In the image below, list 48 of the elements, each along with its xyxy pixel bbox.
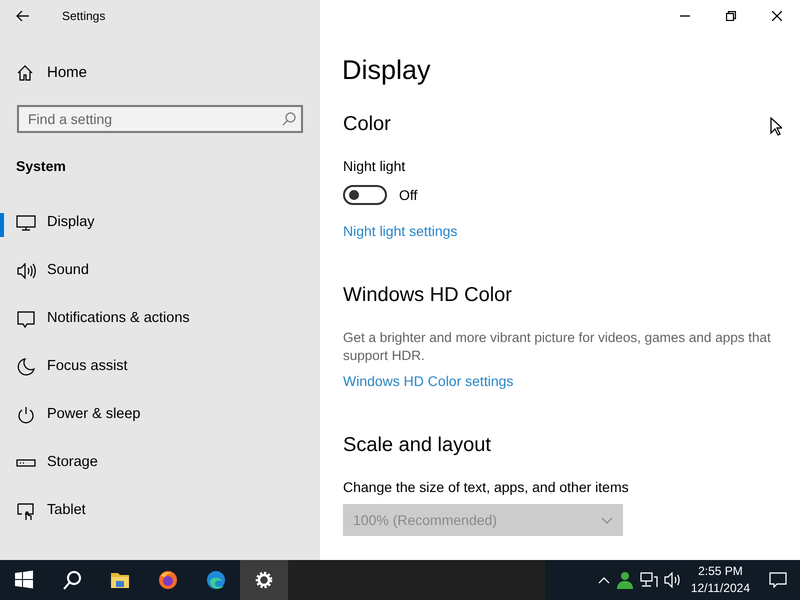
clock-time[interactable]: 2:55 PM (690, 563, 750, 580)
monitor-icon (16, 213, 36, 233)
sidebar-item[interactable]: Focus assist (0, 343, 320, 391)
section-heading: Windows HD Color (343, 283, 512, 308)
page-title: Display (342, 54, 431, 87)
section-heading: Color (343, 112, 391, 137)
chevron-up-icon[interactable] (598, 576, 610, 584)
search-field[interactable]: Find a setting (17, 105, 303, 133)
toggle-switch[interactable] (343, 185, 387, 205)
notification-icon[interactable] (769, 572, 787, 588)
description-text: Get a brighter and more vibrant picture for videos, games and apps that support HDR. (343, 329, 772, 365)
window-title: Settings (62, 8, 106, 25)
search-icon (282, 112, 296, 126)
home-icon (16, 64, 34, 82)
setting-label: Night light (343, 157, 406, 176)
back-arrow-icon (16, 10, 30, 22)
toggle-state: Off (399, 186, 418, 204)
settings-link[interactable]: Windows HD Color settings (343, 371, 514, 391)
tablet-icon (16, 501, 36, 521)
person-icon[interactable] (616, 571, 634, 589)
speech-bubble-icon (16, 309, 36, 329)
folder-icon (110, 570, 130, 590)
speaker-icon (16, 261, 36, 281)
fox-globe-icon (158, 570, 178, 590)
restore-icon (726, 11, 736, 21)
settings-icon (254, 570, 274, 590)
settings-link[interactable]: Night light settings (343, 221, 458, 241)
search-icon (62, 570, 82, 590)
sidebar-item[interactable]: Storage (0, 439, 320, 487)
mouse-pointer-icon (770, 117, 782, 136)
moon-icon (16, 357, 36, 377)
sidebar-item[interactable]: Tablet (0, 487, 320, 535)
clock-date[interactable]: 12/11/2024 (690, 580, 750, 597)
network-icon[interactable] (640, 572, 658, 588)
chevron-down-icon (601, 516, 613, 524)
sidebar-item[interactable]: Notifications & actions (0, 295, 320, 343)
setting-label: Change the size of text, apps, and other items (343, 478, 629, 497)
taskbar-button[interactable] (240, 560, 288, 600)
home-link[interactable]: Home (16, 62, 88, 84)
close-icon (772, 11, 782, 21)
sidebar-item[interactable]: Sound (0, 247, 320, 295)
sidebar-item[interactable]: Power & sleep (0, 391, 320, 439)
windows-logo-icon (14, 570, 34, 590)
section-heading: Scale and layout (343, 433, 491, 458)
section-heading: System (16, 157, 67, 176)
wave-globe-icon (206, 570, 226, 590)
power-icon (16, 405, 36, 425)
speaker-icon[interactable] (664, 572, 682, 588)
